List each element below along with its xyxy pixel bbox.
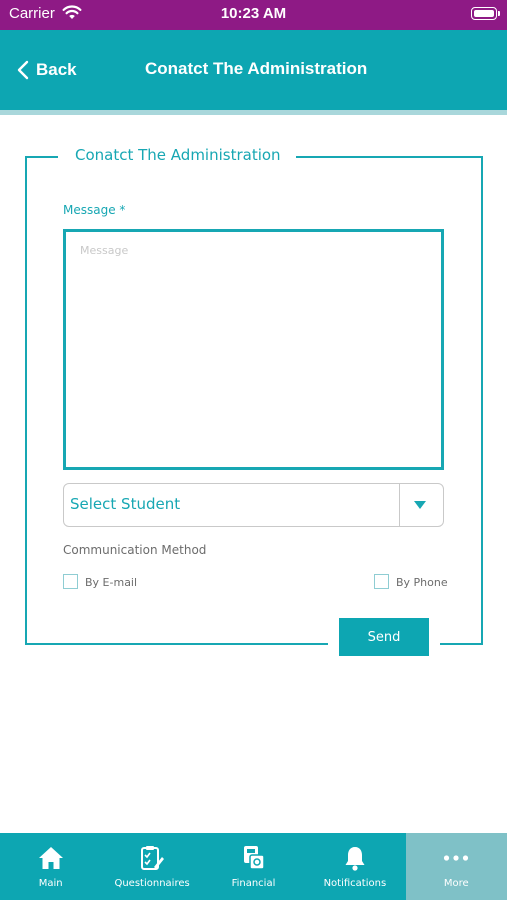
battery-icon (471, 7, 500, 20)
phone-option-label: By Phone (396, 576, 448, 589)
tab-main[interactable]: Main (0, 833, 101, 900)
tab-label: Main (38, 878, 63, 889)
card-border-right (481, 156, 483, 645)
tab-label: More (443, 878, 469, 889)
card-border-left (25, 156, 27, 645)
phone-checkbox[interactable] (374, 574, 389, 589)
card-border-top-right (296, 156, 483, 158)
dropdown-arrow-icon[interactable] (413, 500, 427, 510)
card-border-bottom-left (25, 643, 328, 645)
status-bar: Carrier 10:23 AM (0, 0, 507, 30)
card-border-top-left (25, 156, 58, 158)
questionnaire-icon (139, 845, 165, 871)
tab-bar: Main Questionnaires Financial Notificati… (0, 833, 507, 900)
bell-icon (342, 845, 368, 871)
more-icon (443, 845, 469, 871)
back-label: Back (36, 60, 77, 79)
tab-notifications[interactable]: Notifications (304, 833, 405, 900)
card-border-bottom-right (440, 643, 483, 645)
tab-label: Financial (231, 878, 276, 889)
nav-divider (0, 110, 507, 115)
navigation-bar: Back Conatct The Administration (0, 30, 507, 110)
chevron-left-icon (17, 60, 29, 80)
financial-icon (240, 845, 266, 871)
email-checkbox[interactable] (63, 574, 78, 589)
communication-method-label: Communication Method (63, 543, 207, 557)
clock: 10:23 AM (220, 5, 287, 22)
student-select[interactable]: Select Student (63, 483, 444, 527)
back-button[interactable]: Back (16, 58, 77, 82)
message-label: Message * (63, 203, 126, 217)
tab-questionnaires[interactable]: Questionnaires (101, 833, 202, 900)
send-button[interactable]: Send (339, 618, 429, 656)
tab-more[interactable]: More (405, 833, 507, 900)
tab-financial[interactable]: Financial (203, 833, 304, 900)
message-input[interactable] (63, 229, 444, 470)
student-select-value: Select Student (70, 495, 181, 513)
email-option-label: By E-mail (85, 576, 138, 589)
tab-label: Notifications (323, 878, 387, 889)
page-title: Conatct The Administration (145, 59, 368, 78)
form-legend: Conatct The Administration (75, 146, 281, 164)
tab-label: Questionnaires (114, 878, 190, 889)
select-divider (399, 484, 400, 526)
home-icon (38, 845, 64, 871)
